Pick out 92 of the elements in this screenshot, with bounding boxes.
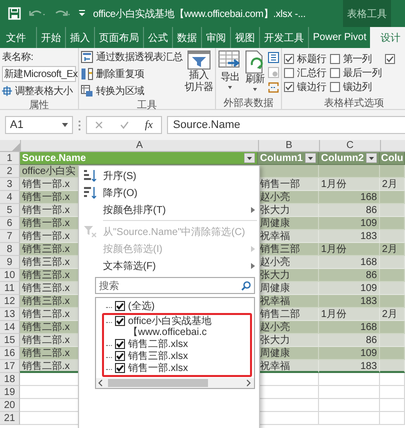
table-cell: 张大力 (258, 204, 319, 217)
row-number: 15 (0, 334, 20, 347)
option-label: 镶边列 (343, 80, 372, 94)
group-caption: 外部表数据 (222, 96, 275, 109)
context-tab-label: 表格工具 (343, 0, 391, 27)
search-field[interactable]: 搜索 (95, 277, 255, 294)
ribbon-command[interactable]: 删除重复项 (81, 67, 182, 81)
table-cell: 赵小亮 (258, 256, 319, 269)
table-cell: 183 (319, 295, 380, 308)
insert-function-button[interactable]: fx (144, 119, 153, 131)
table-cell: 1月份 (319, 243, 380, 256)
option-label: 标题行 (297, 52, 326, 66)
column-header[interactable]: C (320, 140, 381, 151)
row-number: 21 (0, 412, 20, 425)
header-cell: Column1 (258, 152, 319, 165)
table-cell: 168 (319, 321, 380, 334)
table-cell: 1月份 (319, 308, 380, 321)
table-cell: 销售三部 (258, 243, 319, 256)
table-cell: 周健康 (258, 347, 319, 360)
row-number: 10 (0, 269, 20, 282)
row-number: 7 (0, 230, 20, 243)
row-number: 12 (0, 295, 20, 308)
table-cell: 109 (319, 217, 380, 230)
table-cell: 销售二部 (258, 308, 319, 321)
row-number: 5 (0, 204, 20, 217)
row-number: 13 (0, 308, 20, 321)
list-item-label: 销售一部.xlsx (128, 363, 188, 374)
option-label: 汇总行 (297, 66, 326, 80)
table-cell: 祝幸福 (258, 230, 319, 243)
table-cell: 109 (319, 347, 380, 360)
row-number: 1 (0, 152, 20, 165)
resize-table-button[interactable]: 调整表格大小 (2, 84, 76, 98)
row-number: 8 (0, 243, 20, 256)
table-name-label: 表名称: (2, 50, 34, 64)
table-cell: 183 (319, 360, 380, 373)
row-number: 11 (0, 282, 20, 295)
table-cell: 赵小亮 (258, 191, 319, 204)
formula-field[interactable]: Source.Name (167, 116, 405, 134)
row-number: 20 (0, 399, 20, 412)
window-title: office小白实战基地【www.officebai.com】.xlsx -... (93, 8, 307, 20)
row-number: 3 (0, 178, 20, 191)
row-number: 6 (0, 217, 20, 230)
table-cell: 86 (319, 204, 380, 217)
header-cell: Colu (380, 152, 405, 165)
table-cell: 张大力 (258, 269, 319, 282)
group-caption: 表格样式选项 (323, 96, 386, 109)
header-cell: Source.Name (20, 152, 258, 165)
table-cell: 109 (319, 282, 380, 295)
menu-item[interactable]: 按颜色排序(T) (79, 201, 259, 218)
table-name-field[interactable]: 新建Microsoft_Ex (2, 66, 76, 82)
table-cell: 赵小亮 (258, 321, 319, 334)
table-cell: 183 (319, 230, 380, 243)
table-cell: 2月 (380, 243, 405, 256)
list-item-label: 销售三部.xlsx (128, 351, 188, 362)
column-header[interactable]: A (21, 140, 259, 151)
row-number: 9 (0, 256, 20, 269)
row-number: 4 (0, 191, 20, 204)
table-cell: 2月 (380, 178, 405, 191)
row-number: 19 (0, 386, 20, 399)
table-cell: 86 (319, 269, 380, 282)
row-number: 18 (0, 373, 20, 386)
table-cell: 86 (319, 334, 380, 347)
name-box[interactable]: A1 (5, 116, 73, 134)
ribbon-button[interactable]: 导出 (218, 50, 242, 96)
table-cell: 168 (319, 191, 380, 204)
column-header[interactable]: B (259, 140, 320, 151)
ribbon-command[interactable]: 通过数据透视表汇总 (81, 50, 182, 64)
table-cell: 张大力 (258, 334, 319, 347)
row-number: 14 (0, 321, 20, 334)
table-cell: 168 (319, 256, 380, 269)
table-cell: 销售一部 (258, 178, 319, 191)
ribbon-button[interactable]: 刷新 (244, 50, 266, 96)
ribbon-tab[interactable]: 设计 (370, 27, 405, 48)
option-label: 第一列 (343, 53, 372, 66)
group-caption: 工具 (136, 99, 158, 111)
list-item-label: 销售二部.xlsx (128, 339, 188, 350)
row-number: 16 (0, 347, 20, 360)
group-caption: 属性 (28, 98, 50, 111)
row-number: 17 (0, 360, 20, 373)
table-cell: 1月份 (319, 178, 380, 191)
option-label: 镶边行 (297, 80, 326, 94)
row-number: 2 (0, 165, 20, 178)
table-cell: 周健康 (258, 282, 319, 295)
header-cell: Column2 (319, 152, 380, 165)
table-cell: 2月 (380, 308, 405, 321)
table-cell: 祝幸福 (258, 360, 319, 373)
ribbon-command[interactable]: 转换为区域 (81, 84, 182, 98)
option-label: 最后一列 (343, 66, 382, 80)
insert-slicer-button[interactable]: 插入 切片器 (184, 50, 214, 98)
ribbon-tab[interactable]: 文件 (2, 27, 36, 48)
table-cell: 周健康 (258, 217, 319, 230)
table-cell: 祝幸福 (258, 295, 319, 308)
